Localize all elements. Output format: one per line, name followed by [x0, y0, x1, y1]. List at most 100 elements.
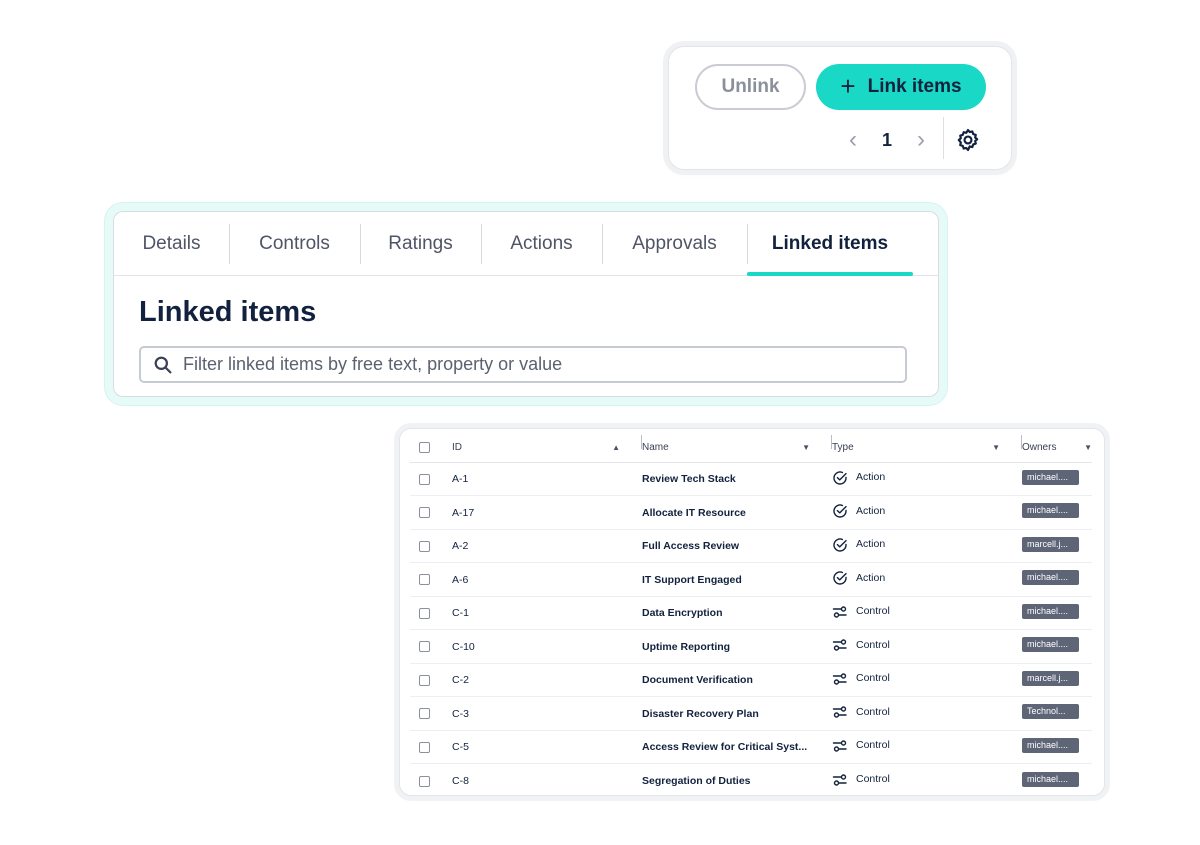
row-id: C-3: [452, 707, 469, 720]
toggle-control-icon: [832, 600, 848, 623]
owner-badge[interactable]: michael....: [1022, 570, 1079, 585]
linked-items-panel: Details Controls Ratings Actions Approva…: [113, 211, 939, 397]
table-row[interactable]: A-6 IT Support Engaged Action michael....: [410, 564, 1092, 597]
row-name[interactable]: Review Tech Stack: [642, 473, 736, 485]
row-name[interactable]: Document Verification: [642, 674, 753, 686]
sort-desc-icon[interactable]: ▼: [992, 443, 1000, 452]
unlink-button-label: Unlink: [721, 76, 780, 97]
row-type: Action: [856, 538, 886, 550]
toolbar-card: Unlink + Link items ‹ 1 ›: [668, 46, 1012, 170]
owner-badge[interactable]: marcell.j...: [1022, 536, 1079, 552]
tab-controls[interactable]: Controls: [229, 212, 360, 276]
row-name[interactable]: IT Support Engaged: [642, 574, 742, 586]
tab-ratings[interactable]: Ratings: [360, 212, 481, 276]
sort-desc-icon[interactable]: ▼: [802, 443, 810, 452]
row-id: A-17: [452, 506, 475, 519]
row-name[interactable]: Segregation of Duties: [642, 775, 751, 787]
search-input[interactable]: [183, 354, 883, 375]
row-checkbox[interactable]: [419, 708, 430, 719]
table-row[interactable]: C-2 Document Verification Control marcell.j…: [410, 664, 1092, 697]
row-id: C-1: [452, 607, 469, 619]
tab-actions[interactable]: Actions: [481, 212, 602, 276]
row-name[interactable]: Full Access Review: [642, 540, 739, 552]
row-checkbox[interactable]: [419, 775, 430, 787]
row-id: C-5: [452, 741, 469, 753]
column-header-name[interactable]: Name ▼: [642, 435, 832, 453]
row-name[interactable]: Access Review for Critical Syst...: [642, 741, 807, 753]
sort-asc-icon[interactable]: ▲: [612, 443, 620, 452]
pagination: ‹ 1 ›: [839, 117, 944, 159]
plus-icon: +: [840, 71, 856, 101]
column-header-id[interactable]: ID ▲: [452, 435, 642, 453]
row-type: Control: [856, 638, 890, 651]
row-type: Control: [856, 605, 890, 617]
row-type: Control: [856, 739, 890, 751]
owner-badge[interactable]: michael....: [1022, 469, 1079, 485]
row-type: Action: [856, 571, 886, 584]
table-row[interactable]: C-10 Uptime Reporting Control michael....: [410, 631, 1092, 664]
table-row[interactable]: A-2 Full Access Review Action marcell.j...: [410, 530, 1092, 563]
toggle-control-icon: [832, 768, 848, 791]
table-row[interactable]: A-1 Review Tech Stack Action michael....: [410, 463, 1092, 496]
link-items-button-label: Link items: [867, 76, 962, 97]
row-checkbox[interactable]: [419, 540, 430, 552]
linked-items-table: ID ▲ Name ▼ Type ▼ Owners ▼ A-1 Review Te…: [399, 428, 1105, 796]
row-id: C-10: [452, 640, 475, 653]
row-type: Control: [856, 672, 890, 684]
link-items-button[interactable]: + Link items: [816, 64, 986, 110]
table-header: ID ▲ Name ▼ Type ▼ Owners ▼: [410, 433, 1092, 463]
row-checkbox[interactable]: [419, 574, 430, 585]
row-name[interactable]: Disaster Recovery Plan: [642, 708, 759, 720]
owner-badge[interactable]: michael....: [1022, 603, 1079, 619]
row-checkbox[interactable]: [419, 641, 430, 652]
row-checkbox[interactable]: [419, 473, 430, 485]
check-circle-icon: [832, 533, 848, 556]
check-circle-icon: [832, 566, 848, 589]
row-id: C-2: [452, 674, 469, 686]
row-id: A-2: [452, 540, 469, 552]
check-circle-icon: [832, 499, 848, 522]
chevron-left-icon[interactable]: ‹: [839, 128, 867, 152]
row-name[interactable]: Uptime Reporting: [642, 641, 730, 653]
row-checkbox[interactable]: [419, 607, 430, 619]
row-checkbox[interactable]: [419, 741, 430, 753]
check-circle-icon: [832, 466, 848, 489]
column-header-owners[interactable]: Owners ▼: [1022, 442, 1092, 453]
current-page: 1: [881, 129, 892, 150]
owner-badge[interactable]: Technol...: [1022, 704, 1079, 719]
table-row[interactable]: C-3 Disaster Recovery Plan Control Technol.…: [410, 698, 1092, 731]
toggle-control-icon: [832, 734, 848, 757]
owner-badge[interactable]: michael....: [1022, 503, 1079, 518]
tab-approvals[interactable]: Approvals: [602, 212, 747, 276]
chevron-right-icon[interactable]: ›: [907, 128, 935, 152]
row-type: Control: [856, 773, 890, 785]
gear-icon[interactable]: [955, 127, 981, 153]
row-name[interactable]: Data Encryption: [642, 607, 723, 619]
row-id: A-6: [452, 573, 469, 586]
sort-desc-icon[interactable]: ▼: [1084, 443, 1092, 452]
row-checkbox[interactable]: [419, 674, 430, 686]
tab-details[interactable]: Details: [114, 212, 229, 276]
toggle-control-icon: [832, 633, 848, 656]
owner-badge[interactable]: michael....: [1022, 737, 1079, 753]
row-name[interactable]: Allocate IT Resource: [642, 507, 746, 519]
table-row[interactable]: C-8 Segregation of Duties Control michael..…: [410, 765, 1092, 798]
pager-divider: [943, 117, 944, 159]
owner-badge[interactable]: marcell.j...: [1022, 670, 1079, 686]
tab-linked-items[interactable]: Linked items: [747, 212, 913, 276]
select-all-checkbox[interactable]: [419, 442, 430, 453]
table-row[interactable]: C-1 Data Encryption Control michael....: [410, 597, 1092, 630]
tab-bar: Details Controls Ratings Actions Approva…: [114, 212, 938, 276]
search-icon: [154, 356, 172, 373]
row-id: C-8: [452, 775, 469, 787]
unlink-button[interactable]: Unlink: [695, 64, 806, 110]
table-row[interactable]: C-5 Access Review for Critical Syst... Con…: [410, 731, 1092, 764]
search-box: [139, 346, 907, 383]
row-type: Action: [856, 504, 886, 517]
owner-badge[interactable]: michael....: [1022, 637, 1079, 652]
row-type: Action: [856, 471, 886, 483]
row-checkbox[interactable]: [419, 507, 430, 518]
table-row[interactable]: A-17 Allocate IT Resource Action michael...…: [410, 497, 1092, 530]
column-header-type[interactable]: Type ▼: [832, 435, 1022, 453]
owner-badge[interactable]: michael....: [1022, 771, 1079, 787]
